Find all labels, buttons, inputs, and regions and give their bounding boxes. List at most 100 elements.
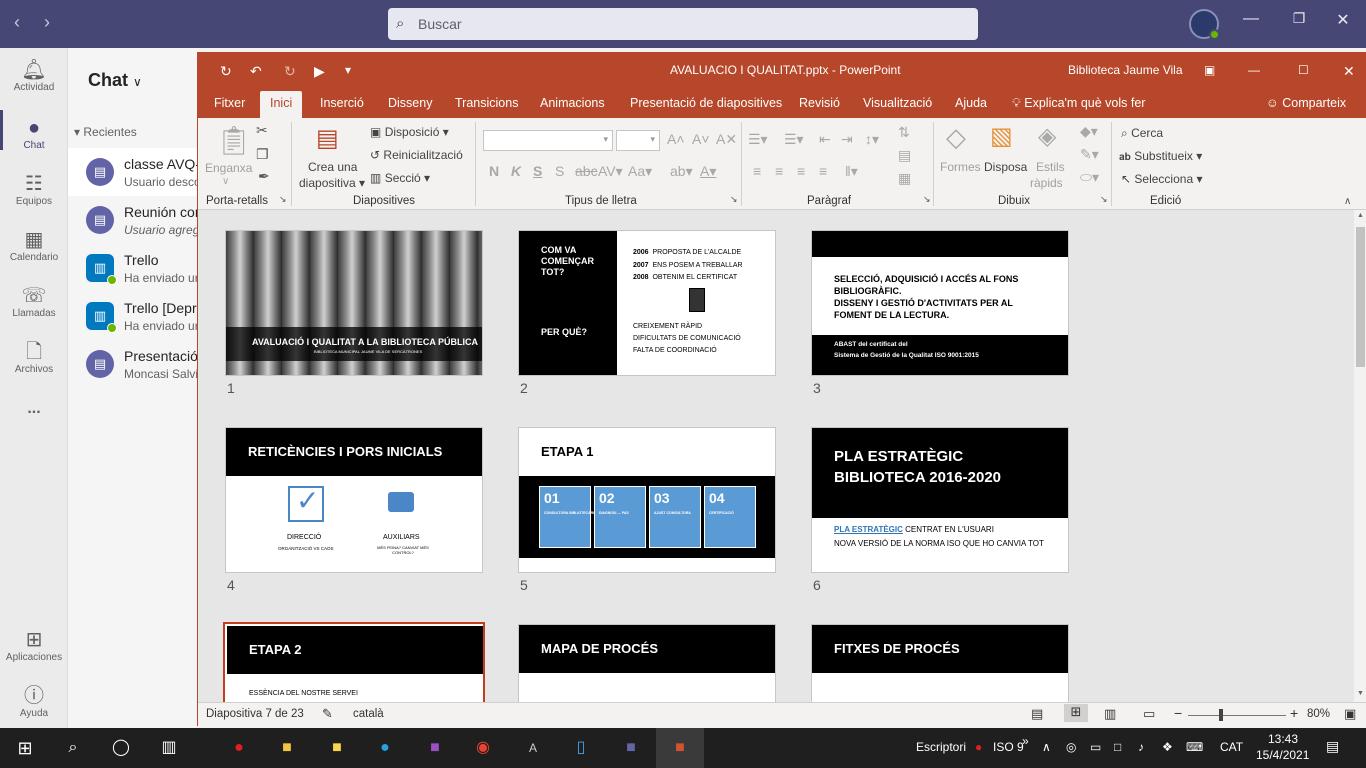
- new-slide-label-2[interactable]: diapositiva ▾: [299, 176, 365, 190]
- avatar[interactable]: [1189, 9, 1220, 40]
- tell-me-box[interactable]: 💡︎ Explica'm què vols fer: [1012, 96, 1145, 111]
- select-button[interactable]: ↖ Selecciona ▾: [1121, 172, 1202, 186]
- chat-item[interactable]: ▤ classe AVQ- Usuario desco: [68, 148, 201, 196]
- copy-icon[interactable]: ❐: [256, 146, 269, 163]
- shapes-label[interactable]: Formes: [940, 160, 981, 174]
- text-direction-icon[interactable]: ⇅: [898, 124, 910, 141]
- clock-time[interactable]: 13:43: [1268, 732, 1298, 746]
- task-view-icon[interactable]: ▥: [154, 736, 184, 760]
- battery-icon[interactable]: ▭: [1090, 740, 1101, 754]
- align-left-icon[interactable]: ≡: [753, 163, 761, 179]
- paste-icon[interactable]: 📋︎: [216, 124, 252, 157]
- columns-icon[interactable]: ‖▾: [845, 163, 858, 180]
- tab-file[interactable]: Fitxer: [214, 96, 245, 110]
- format-painter-icon[interactable]: ✒: [258, 168, 270, 185]
- rail-item-apps[interactable]: ⊞ Aplicaciones: [0, 628, 68, 663]
- onenote-icon[interactable]: ■: [420, 736, 450, 760]
- ribbon-display-icon[interactable]: ▣: [1204, 63, 1215, 77]
- fit-slide-icon[interactable]: ▣: [1344, 706, 1356, 722]
- tab-design[interactable]: Disseny: [388, 96, 432, 110]
- char-spacing-icon[interactable]: AV▾: [598, 163, 623, 180]
- maximize-icon[interactable]: ❐: [1276, 10, 1322, 27]
- keyboard-icon[interactable]: ⌨: [1186, 740, 1203, 754]
- chevron-down-icon[interactable]: ∨: [222, 176, 229, 187]
- shadow-icon[interactable]: S: [555, 163, 564, 179]
- rail-item-calls[interactable]: ☏ Llamadas: [0, 284, 68, 319]
- shapes-icon[interactable]: ◇: [946, 122, 966, 153]
- strikethrough-icon[interactable]: abc: [575, 163, 598, 179]
- slide-thumbnail[interactable]: ETAPA 1 01 CONSULTORA BIBLIOTECÀRIA EXTER…: [518, 427, 776, 573]
- edge-icon[interactable]: ●: [370, 736, 400, 760]
- spelling-icon[interactable]: ✎: [322, 706, 333, 722]
- slide-thumbnail[interactable]: COM VA COMENÇAR TOT? PER QUÈ? 2006 PROPO…: [518, 230, 776, 376]
- tab-insert[interactable]: Inserció: [320, 96, 364, 110]
- tab-help[interactable]: Ajuda: [955, 96, 987, 110]
- increase-font-icon[interactable]: A˄: [667, 131, 685, 147]
- dialog-launcher-icon[interactable]: ↘: [1100, 194, 1108, 205]
- chrome-icon[interactable]: ◉: [468, 736, 498, 760]
- decrease-indent-icon[interactable]: ⇤: [819, 131, 831, 148]
- close-icon[interactable]: ✕: [1343, 63, 1355, 80]
- align-right-icon[interactable]: ≡: [797, 163, 805, 179]
- chat-item[interactable]: ▥ Trello [Depr Ha enviado ur: [68, 292, 199, 340]
- slide-thumbnail[interactable]: FITXES DE PROCÉS: [811, 624, 1069, 702]
- phone-app-icon[interactable]: ▯: [566, 736, 596, 760]
- smartart-icon[interactable]: ▦: [898, 170, 911, 187]
- change-case-icon[interactable]: Aa▾: [628, 163, 652, 180]
- network-icon[interactable]: □: [1114, 740, 1121, 754]
- increase-indent-icon[interactable]: ⇥: [841, 131, 853, 148]
- new-slide-icon[interactable]: ▤: [316, 124, 339, 153]
- bullets-icon[interactable]: ☰▾: [748, 131, 768, 148]
- shape-outline-icon[interactable]: ✎▾: [1080, 146, 1099, 163]
- chat-item[interactable]: ▥ Trello Ha enviado ur: [68, 244, 199, 292]
- dialog-launcher-icon[interactable]: ↘: [730, 194, 738, 205]
- back-icon[interactable]: ‹: [14, 12, 20, 33]
- arrange-label[interactable]: Disposa: [984, 160, 1027, 174]
- slide-thumbnail[interactable]: MAPA DE PROCÉS: [518, 624, 776, 702]
- font-name-input[interactable]: ▾: [483, 130, 613, 151]
- language-indicator[interactable]: català: [353, 708, 384, 720]
- minimize-icon[interactable]: —: [1248, 63, 1260, 77]
- new-slide-label-1[interactable]: Crea una: [308, 160, 357, 174]
- reading-view-icon[interactable]: ▥: [1104, 706, 1116, 722]
- autosave-icon[interactable]: ↻: [220, 63, 232, 80]
- find-button[interactable]: ⌕ Cerca: [1121, 126, 1163, 141]
- shape-effects-icon[interactable]: ⬭▾: [1080, 169, 1099, 186]
- rail-item-chat[interactable]: ● Chat: [0, 116, 68, 151]
- undo-icon[interactable]: ↶: [250, 63, 262, 80]
- rail-item-files[interactable]: 🗋︎ Archivos: [0, 340, 68, 375]
- highlight-icon[interactable]: ab▾: [670, 163, 693, 180]
- paste-label[interactable]: Enganxa: [205, 161, 252, 175]
- desktop-toolbar[interactable]: Escriptori: [916, 740, 966, 754]
- tab-transitions[interactable]: Transicions: [455, 96, 518, 110]
- tab-review[interactable]: Revisió: [799, 96, 840, 110]
- cortana-icon[interactable]: ◯: [106, 736, 136, 760]
- account-name[interactable]: Biblioteca Jaume Vila: [1068, 63, 1183, 77]
- zoom-in-icon[interactable]: +: [1290, 705, 1298, 721]
- underline-icon[interactable]: S: [533, 163, 542, 179]
- zoom-level[interactable]: 80%: [1307, 708, 1330, 720]
- replace-button[interactable]: 𝐚𝐛 Substitueix ▾: [1119, 149, 1202, 163]
- teams-icon[interactable]: ■: [616, 736, 646, 760]
- volume-icon[interactable]: ♪: [1138, 740, 1144, 754]
- zoom-out-icon[interactable]: −: [1174, 705, 1182, 721]
- app-m-icon[interactable]: ●: [224, 736, 254, 760]
- show-hidden-icons[interactable]: ∧: [1042, 740, 1051, 754]
- share-button[interactable]: ☺ Comparteix: [1266, 96, 1346, 110]
- quick-styles-label-2[interactable]: ràpids: [1030, 176, 1063, 190]
- chat-item[interactable]: ▤ Reunión cor Usuario agreg: [68, 196, 200, 244]
- dropbox-icon[interactable]: ❖: [1162, 740, 1173, 754]
- tab-view[interactable]: Visualització: [863, 96, 932, 110]
- sticky-notes-icon[interactable]: ■: [322, 736, 352, 760]
- slide-thumbnail-selected[interactable]: ETAPA 2 ESSÈNCIA DEL NOSTRE SERVEI: [223, 622, 485, 702]
- font-color-icon[interactable]: A▾: [700, 163, 716, 180]
- iso-app-icon[interactable]: ●: [975, 740, 982, 754]
- customize-qat-icon[interactable]: ▾: [345, 63, 351, 77]
- arrange-icon[interactable]: ▧: [990, 122, 1013, 151]
- line-spacing-icon[interactable]: ↕▾: [865, 131, 879, 148]
- collapse-ribbon-icon[interactable]: ∧: [1344, 196, 1351, 207]
- slide-thumbnail[interactable]: AVALUACIÓ I QUALITAT A LA BIBLIOTECA PÚB…: [225, 230, 483, 376]
- clear-formatting-icon[interactable]: A✕: [716, 131, 737, 148]
- chat-item[interactable]: ▤ Presentació Moncasi Salvi: [68, 340, 198, 388]
- chat-title[interactable]: Chat ∨: [88, 70, 142, 91]
